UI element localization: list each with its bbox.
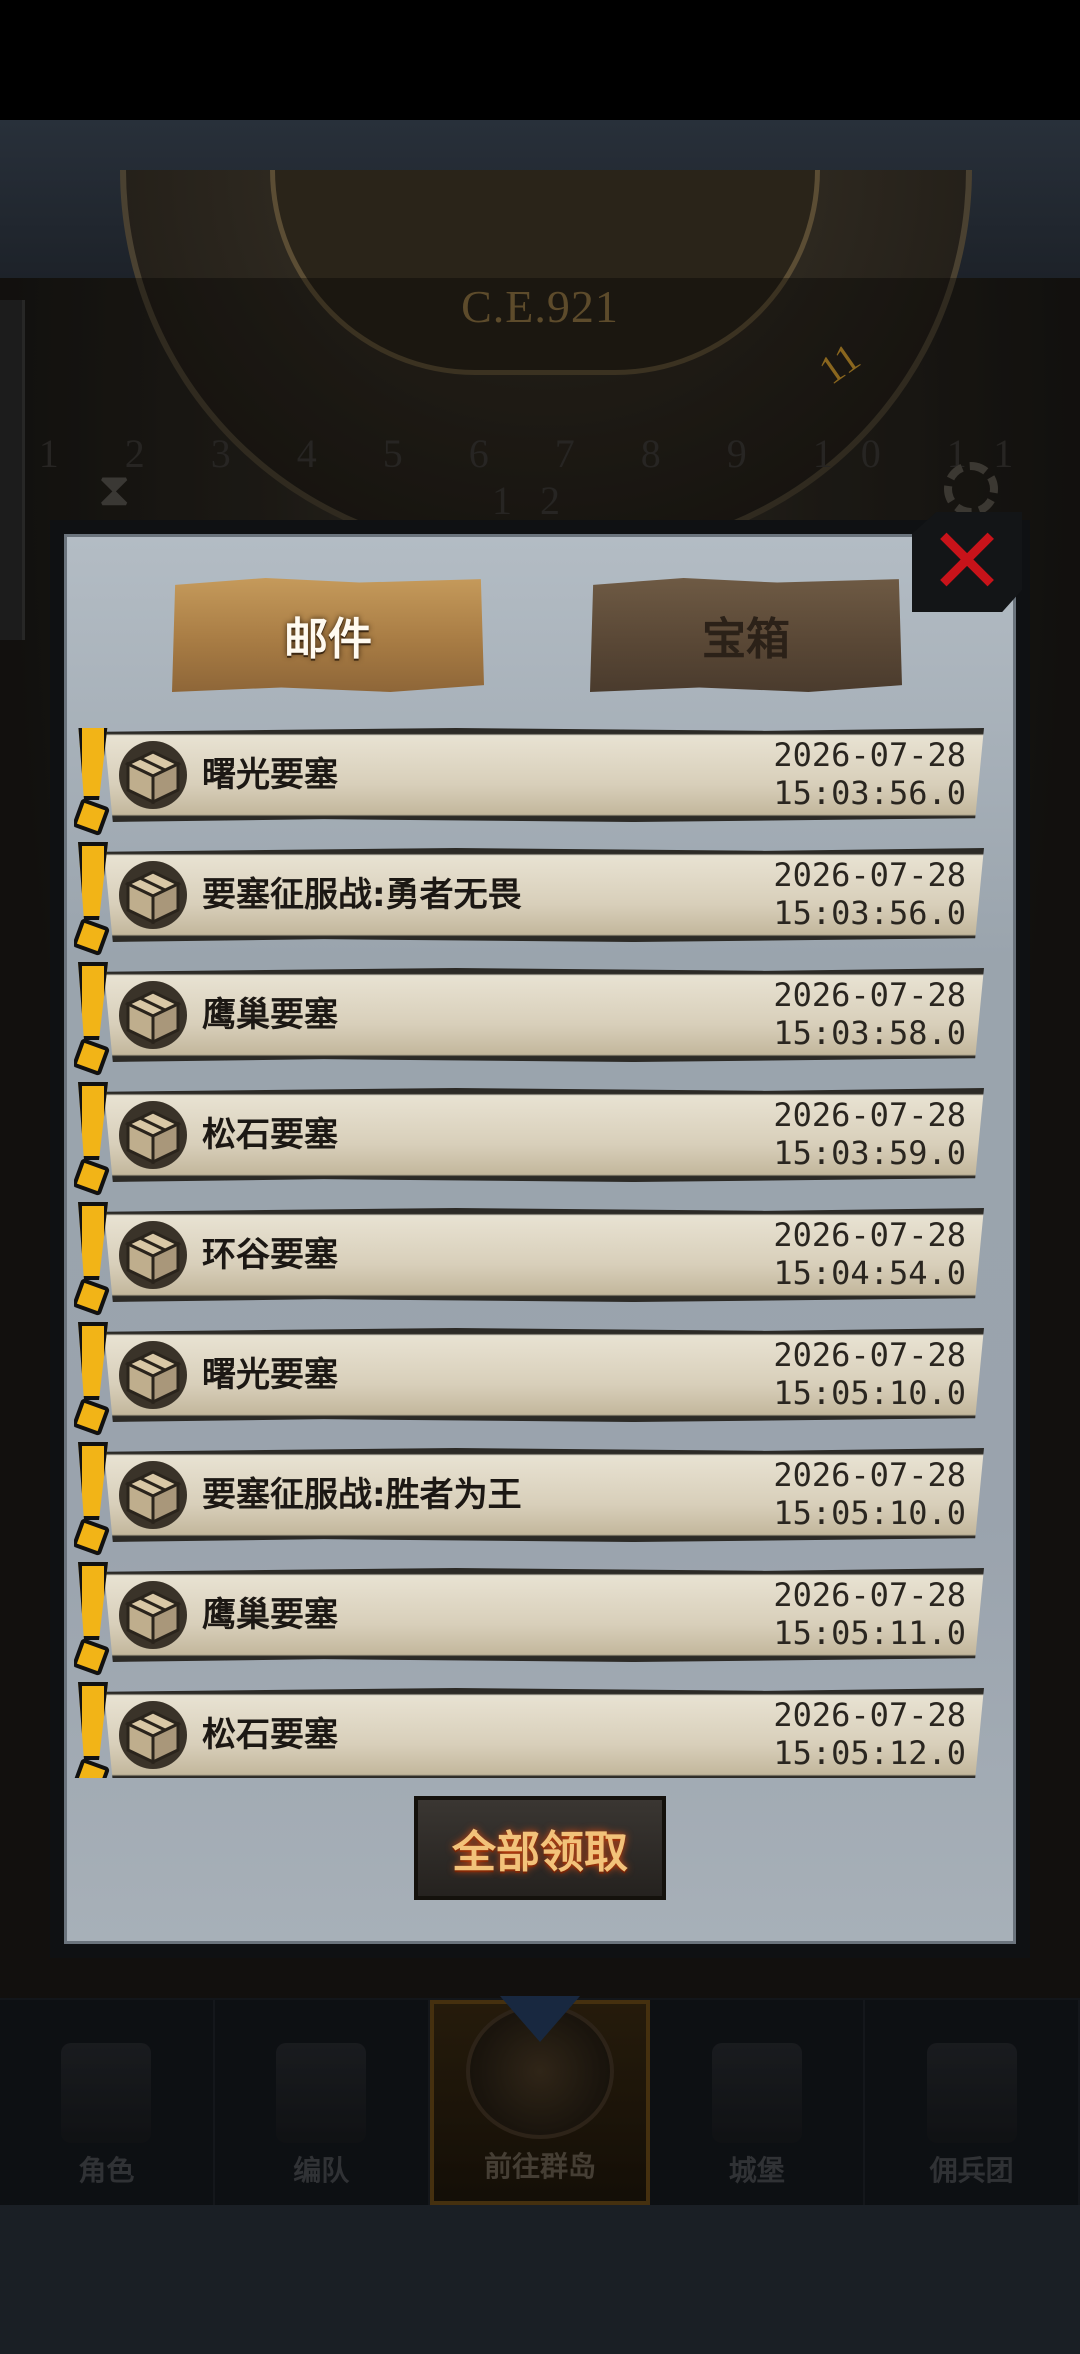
mail-timestamp: 2026-07-28 15:03:56.0 bbox=[773, 856, 966, 932]
mail-timestamp: 2026-07-28 15:05:12.0 bbox=[773, 1696, 966, 1772]
mail-time: 15:05:11.0 bbox=[773, 1614, 966, 1652]
mail-time: 15:05:10.0 bbox=[773, 1494, 966, 1532]
mail-row[interactable]: 要塞征服战:胜者为王 2026-07-28 15:05:10.0 bbox=[74, 1442, 984, 1557]
unread-alert-icon bbox=[74, 1202, 111, 1317]
mail-title: 曙光要塞 bbox=[202, 1355, 338, 1395]
mail-timestamp: 2026-07-28 15:05:10.0 bbox=[773, 1336, 966, 1412]
mail-title: 环谷要塞 bbox=[202, 1235, 338, 1275]
mail-row[interactable]: 松石要塞 2026-07-28 15:05:12.0 bbox=[74, 1682, 984, 1778]
mail-date: 2026-07-28 bbox=[773, 1096, 966, 1134]
unread-alert-icon bbox=[74, 1682, 111, 1778]
status-bar bbox=[0, 0, 1080, 120]
mail-timestamp: 2026-07-28 15:04:54.0 bbox=[773, 1216, 966, 1292]
mail-time: 15:03:58.0 bbox=[773, 1014, 966, 1052]
treasure-box-icon bbox=[119, 741, 187, 809]
unread-alert-icon bbox=[74, 1562, 111, 1677]
unread-alert-icon bbox=[74, 962, 111, 1077]
mail-row[interactable]: 鹰巢要塞 2026-07-28 15:03:58.0 bbox=[74, 962, 984, 1077]
mail-date: 2026-07-28 bbox=[773, 1216, 966, 1254]
claim-all-button[interactable]: 全部领取 bbox=[414, 1796, 666, 1900]
mail-title: 曙光要塞 bbox=[202, 755, 338, 795]
mail-date: 2026-07-28 bbox=[773, 1456, 966, 1494]
mail-row[interactable]: 曙光要塞 2026-07-28 15:03:56.0 bbox=[74, 728, 984, 837]
mail-title: 要塞征服战:勇者无畏 bbox=[202, 875, 522, 915]
treasure-box-icon bbox=[119, 981, 187, 1049]
mail-date: 2026-07-28 bbox=[773, 1336, 966, 1374]
mail-date: 2026-07-28 bbox=[773, 856, 966, 894]
mail-row[interactable]: 环谷要塞 2026-07-28 15:04:54.0 bbox=[74, 1202, 984, 1317]
mail-title: 松石要塞 bbox=[202, 1715, 338, 1755]
mail-list[interactable]: 曙光要塞 2026-07-28 15:03:56.0 要塞征服战:勇者无畏 2026-0… bbox=[74, 728, 994, 1778]
mail-title: 鹰巢要塞 bbox=[202, 995, 338, 1035]
mail-row[interactable]: 松石要塞 2026-07-28 15:03:59.0 bbox=[74, 1082, 984, 1197]
treasure-box-icon bbox=[119, 1341, 187, 1409]
mail-time: 15:03:56.0 bbox=[773, 894, 966, 932]
unread-alert-icon bbox=[74, 728, 111, 837]
treasure-box-icon bbox=[119, 1221, 187, 1289]
unread-alert-icon bbox=[74, 842, 111, 957]
treasure-box-icon bbox=[119, 1461, 187, 1529]
treasure-box-icon bbox=[119, 1101, 187, 1169]
bottom-band bbox=[0, 2205, 1080, 2354]
mail-timestamp: 2026-07-28 15:03:56.0 bbox=[773, 736, 966, 812]
mail-row[interactable]: 鹰巢要塞 2026-07-28 15:05:11.0 bbox=[74, 1562, 984, 1677]
close-x-icon: ✕ bbox=[928, 508, 1006, 615]
mail-time: 15:05:10.0 bbox=[773, 1374, 966, 1412]
tab-chest[interactable]: 宝箱 bbox=[590, 578, 902, 692]
unread-alert-icon bbox=[74, 1322, 111, 1437]
mail-timestamp: 2026-07-28 15:03:59.0 bbox=[773, 1096, 966, 1172]
mail-date: 2026-07-28 bbox=[773, 736, 966, 774]
mail-timestamp: 2026-07-28 15:05:10.0 bbox=[773, 1456, 966, 1532]
mail-timestamp: 2026-07-28 15:03:58.0 bbox=[773, 976, 966, 1052]
mail-title: 要塞征服战:胜者为王 bbox=[202, 1475, 522, 1515]
mail-timestamp: 2026-07-28 15:05:11.0 bbox=[773, 1576, 966, 1652]
mail-date: 2026-07-28 bbox=[773, 1696, 966, 1734]
close-button[interactable]: ✕ bbox=[912, 512, 1022, 612]
unread-alert-icon bbox=[74, 1442, 111, 1557]
mail-date: 2026-07-28 bbox=[773, 1576, 966, 1614]
mail-time: 15:05:12.0 bbox=[773, 1734, 966, 1772]
mail-time: 15:04:54.0 bbox=[773, 1254, 966, 1292]
treasure-box-icon bbox=[119, 1701, 187, 1769]
mail-row[interactable]: 曙光要塞 2026-07-28 15:05:10.0 bbox=[74, 1322, 984, 1437]
unread-alert-icon bbox=[74, 1082, 111, 1197]
mail-title: 松石要塞 bbox=[202, 1115, 338, 1155]
mail-time: 15:03:59.0 bbox=[773, 1134, 966, 1172]
treasure-box-icon bbox=[119, 861, 187, 929]
treasure-box-icon bbox=[119, 1581, 187, 1649]
mail-title: 鹰巢要塞 bbox=[202, 1595, 338, 1635]
mail-row[interactable]: 要塞征服战:勇者无畏 2026-07-28 15:03:56.0 bbox=[74, 842, 984, 957]
mail-date: 2026-07-28 bbox=[773, 976, 966, 1014]
tab-mail[interactable]: 邮件 bbox=[172, 578, 484, 692]
mail-time: 15:03:56.0 bbox=[773, 774, 966, 812]
